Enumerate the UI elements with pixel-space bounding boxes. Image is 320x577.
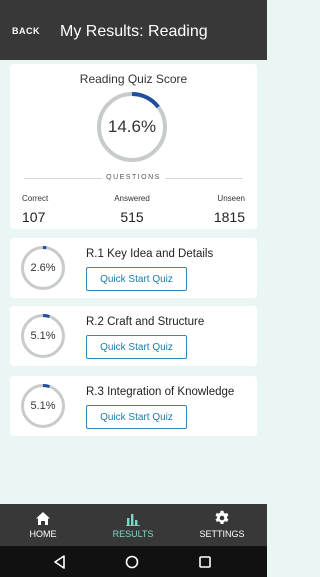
system-nav-bar	[0, 546, 267, 577]
circle-home-icon[interactable]	[124, 554, 140, 570]
nav-home-label: HOME	[29, 529, 57, 539]
quick-start-quiz-button[interactable]: Quick Start Quiz	[86, 267, 187, 291]
gear-icon	[182, 510, 262, 526]
skill-card-r2: 5.1% R.2 Craft and Structure Quick Start…	[10, 306, 257, 366]
skill-name: R.1 Key Idea and Details	[86, 248, 214, 260]
stat-unseen-label: Unseen	[217, 194, 245, 203]
bar-chart-icon	[93, 510, 173, 526]
divider-right	[165, 178, 243, 179]
nav-home[interactable]: HOME	[3, 510, 83, 539]
nav-results[interactable]: RESULTS	[93, 510, 173, 539]
quick-start-quiz-button[interactable]: Quick Start Quiz	[86, 405, 187, 429]
back-button[interactable]: BACK	[12, 26, 40, 36]
skill-card-r3: 5.1% R.3 Integration of Knowledge Quick …	[10, 376, 257, 436]
stat-answered-value: 515	[120, 209, 144, 225]
skill-card-r1: 2.6% R.1 Key Idea and Details Quick Star…	[10, 238, 257, 298]
stat-unseen: Unseen 1815	[214, 194, 245, 225]
stat-correct: Correct 107	[22, 194, 48, 225]
triangle-back-icon[interactable]	[52, 554, 68, 570]
nav-results-label: RESULTS	[112, 529, 154, 539]
score-card-title: Reading Quiz Score	[79, 72, 188, 86]
stat-unseen-value: 1815	[213, 209, 245, 225]
stat-correct-label: Correct	[22, 194, 49, 203]
home-icon	[3, 510, 83, 526]
quick-start-quiz-button[interactable]: Quick Start Quiz	[86, 335, 187, 359]
nav-settings-label: SETTINGS	[199, 529, 245, 539]
score-card: Reading Quiz Score 14.6% QUESTIONS Corre…	[10, 64, 257, 229]
skill-name: R.2 Craft and Structure	[86, 316, 205, 328]
skill-percent: 5.1%	[30, 330, 56, 342]
skill-percent: 5.1%	[30, 400, 56, 412]
page-title: My Results: Reading	[60, 23, 208, 40]
nav-settings[interactable]: SETTINGS	[182, 510, 262, 539]
stat-answered: Answered 515	[104, 194, 160, 225]
skill-name: R.3 Integration of Knowledge	[86, 386, 235, 398]
top-bar: BACK My Results: Reading	[0, 0, 267, 60]
bottom-nav: HOME RESULTS SETTINGS	[0, 504, 267, 546]
content-area: Reading Quiz Score 14.6% QUESTIONS Corre…	[0, 60, 267, 504]
square-recent-icon[interactable]	[197, 554, 213, 570]
score-percent: 14.6%	[107, 117, 157, 136]
skill-percent: 2.6%	[30, 262, 56, 274]
stat-answered-label: Answered	[114, 194, 150, 203]
stat-correct-value: 107	[22, 209, 46, 225]
